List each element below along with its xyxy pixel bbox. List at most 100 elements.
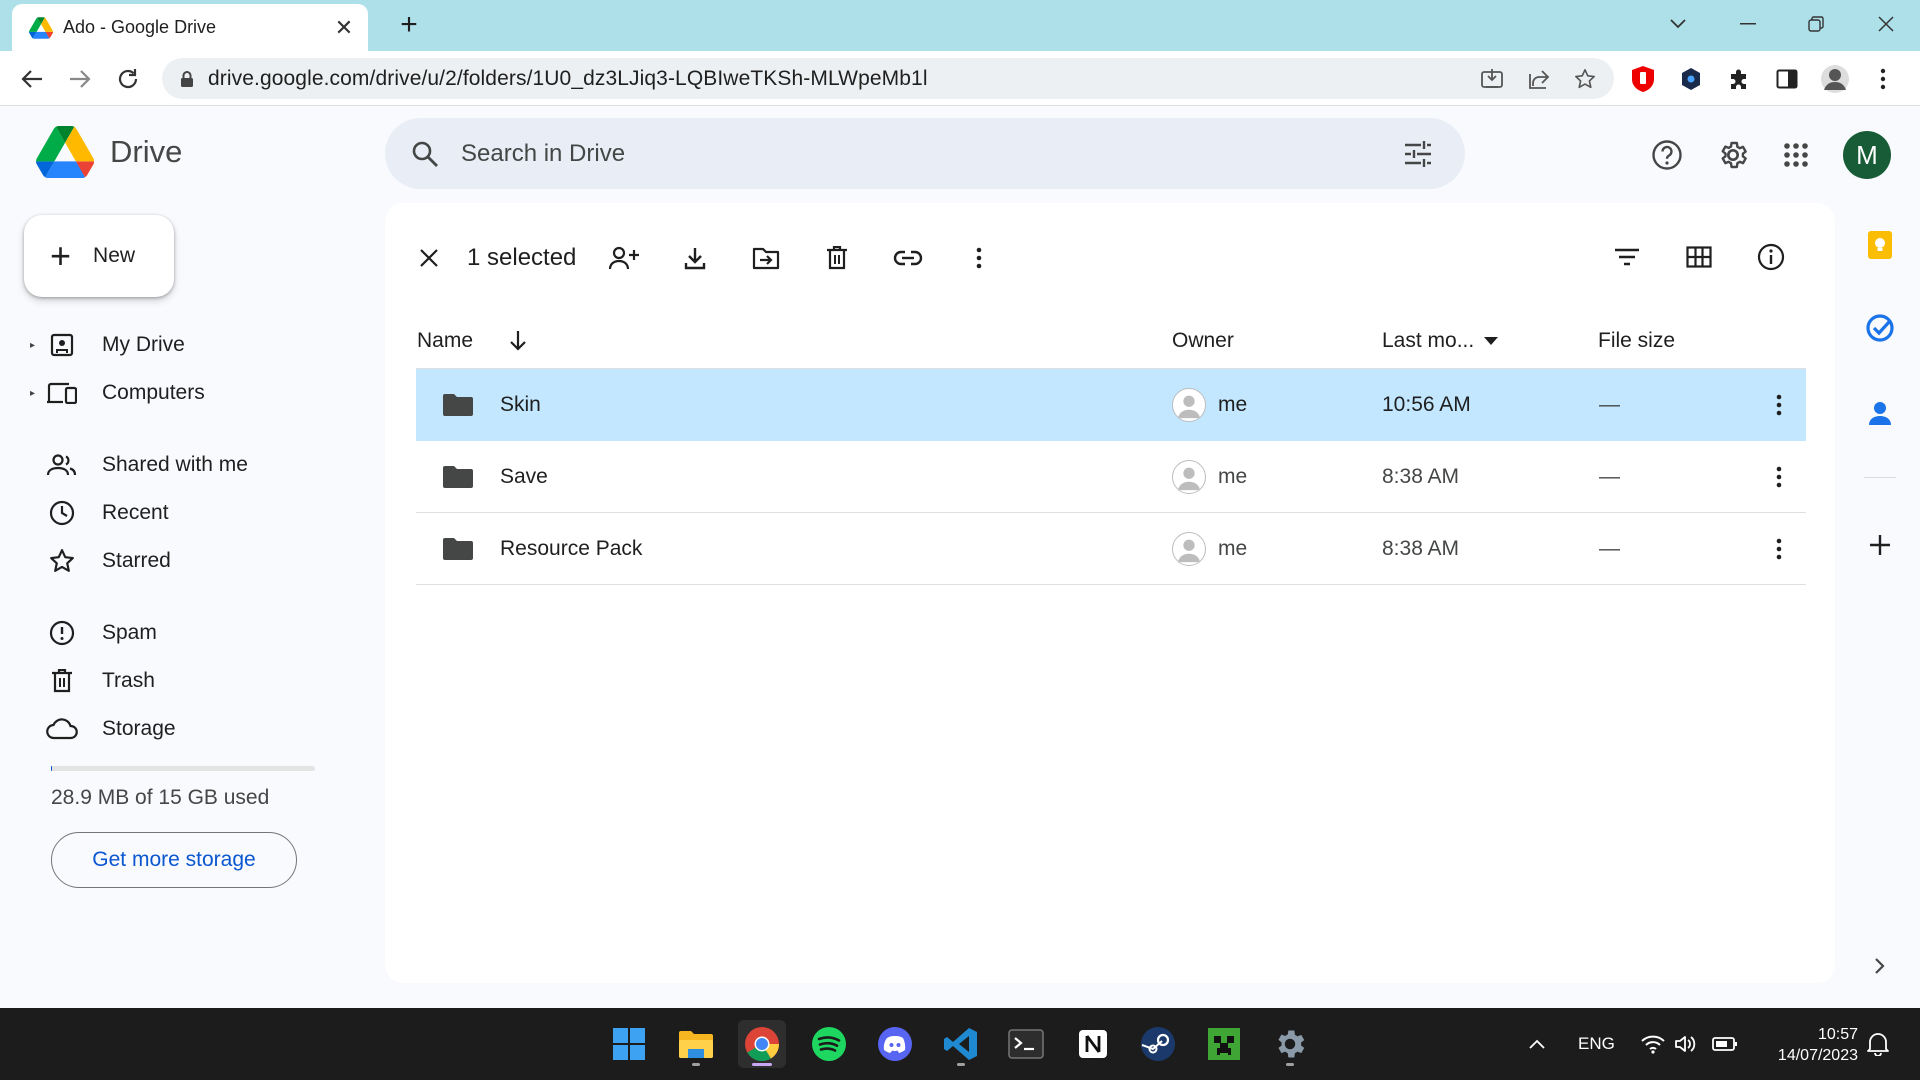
add-addon-plus-icon[interactable] <box>1860 525 1900 565</box>
vscode-icon[interactable] <box>937 1020 985 1068</box>
sidebar-item-label: Shared with me <box>102 453 248 476</box>
expand-caret-icon[interactable]: ▸ <box>30 388 42 399</box>
owner-avatar-icon <box>1172 388 1206 422</box>
clear-selection-close-icon[interactable] <box>405 234 453 282</box>
keep-icon[interactable] <box>1860 225 1900 265</box>
account-avatar[interactable]: M <box>1843 131 1891 179</box>
share-icon[interactable] <box>1528 68 1550 90</box>
side-panel-icon[interactable] <box>1770 62 1804 96</box>
sidebar-item-label: Recent <box>102 501 169 524</box>
owner-avatar-icon <box>1172 532 1206 566</box>
new-tab-button[interactable]: + <box>392 9 426 43</box>
back-arrow-icon[interactable] <box>12 59 52 99</box>
google-drive-logo-icon <box>36 126 94 178</box>
restore-icon[interactable] <box>1786 4 1846 44</box>
row-more-actions-icon[interactable] <box>1776 369 1782 441</box>
sidebar-item-label: Spam <box>102 621 157 644</box>
grid-layout-icon[interactable] <box>1675 233 1723 281</box>
table-row[interactable]: Skin me 10:56 AM — <box>416 369 1806 441</box>
extensions-puzzle-icon[interactable] <box>1722 62 1756 96</box>
minecraft-launcher-icon[interactable] <box>1200 1020 1248 1068</box>
spotify-icon[interactable] <box>805 1020 853 1068</box>
steam-icon[interactable] <box>1134 1020 1182 1068</box>
column-header-owner[interactable]: Owner <box>1172 329 1234 353</box>
sidebar-item-starred[interactable]: Starred <box>42 541 171 581</box>
sidebar-item-trash[interactable]: Trash <box>42 661 155 701</box>
tab-close-icon[interactable]: ✕ <box>332 15 356 41</box>
minimize-icon[interactable] <box>1718 4 1778 44</box>
windows-start-icon[interactable] <box>605 1020 653 1068</box>
file-explorer-icon[interactable] <box>672 1020 720 1068</box>
dropdown-arrow-icon[interactable] <box>1484 336 1499 345</box>
column-header-name[interactable]: Name <box>417 329 527 353</box>
show-hidden-icons-chevron-icon[interactable] <box>1528 1008 1546 1080</box>
profile-avatar-icon[interactable] <box>1818 62 1852 96</box>
reload-icon[interactable] <box>108 59 148 99</box>
sidebar-item-recent[interactable]: Recent <box>42 493 169 533</box>
browser-menu-icon[interactable] <box>1866 62 1900 96</box>
settings-gear-icon[interactable] <box>1711 133 1755 177</box>
search-input[interactable]: Search in Drive <box>461 140 1403 168</box>
system-clock[interactable]: 10:57 14/07/2023 <box>1748 1024 1858 1066</box>
battery-icon[interactable] <box>1712 1008 1738 1080</box>
file-name: Save <box>500 465 548 488</box>
sidebar-item-computers[interactable]: ▸ Computers <box>30 373 205 413</box>
get-more-storage-button[interactable]: Get more storage <box>51 832 297 888</box>
adblock-extension-icon[interactable] <box>1626 62 1660 96</box>
notion-icon[interactable] <box>1069 1020 1117 1068</box>
delete-trash-icon[interactable] <box>813 234 861 282</box>
sidebar-item-storage[interactable]: Storage <box>42 709 176 749</box>
running-indicator <box>692 1063 700 1066</box>
row-more-actions-icon[interactable] <box>1776 513 1782 585</box>
discord-icon[interactable] <box>871 1020 919 1068</box>
notifications-icon[interactable] <box>1866 1008 1890 1080</box>
help-icon[interactable] <box>1645 133 1689 177</box>
search-bar[interactable]: Search in Drive <box>385 118 1465 189</box>
sidebar-item-spam[interactable]: Spam <box>42 613 157 653</box>
share-add-person-icon[interactable] <box>600 234 648 282</box>
download-icon[interactable] <box>671 234 719 282</box>
search-icon[interactable] <box>411 140 439 168</box>
volume-icon[interactable] <box>1674 1008 1696 1080</box>
sidebar-item-label: Trash <box>102 669 155 692</box>
sidebar-item-my-drive[interactable]: ▸ My Drive <box>30 325 185 365</box>
settings-app-icon[interactable] <box>1266 1020 1314 1068</box>
chrome-icon[interactable] <box>738 1020 786 1068</box>
more-actions-icon[interactable] <box>955 234 1003 282</box>
wifi-icon[interactable] <box>1640 1008 1666 1080</box>
lock-icon[interactable] <box>180 70 194 88</box>
expand-caret-icon[interactable]: ▸ <box>30 340 42 351</box>
shield-extension-icon[interactable] <box>1674 62 1708 96</box>
sort-arrow-down-icon[interactable] <box>509 330 527 352</box>
input-language[interactable]: ENG <box>1578 1008 1615 1080</box>
row-more-actions-icon[interactable] <box>1776 441 1782 513</box>
table-row[interactable]: Resource Pack me 8:38 AM — <box>416 513 1806 585</box>
column-header-last-modified[interactable]: Last mo... <box>1382 329 1499 353</box>
move-to-folder-icon[interactable] <box>742 234 790 282</box>
tab-search-chevron-icon[interactable] <box>1648 4 1708 44</box>
address-bar[interactable]: drive.google.com/drive/u/2/folders/1U0_d… <box>162 58 1614 99</box>
expand-side-panel-chevron-icon[interactable] <box>1860 946 1900 986</box>
sidebar-item-shared-with-me[interactable]: Shared with me <box>42 445 248 485</box>
browser-tab[interactable]: Ado - Google Drive ✕ <box>12 4 368 51</box>
forward-arrow-icon[interactable] <box>60 59 100 99</box>
folder-icon <box>443 394 473 416</box>
copy-link-icon[interactable] <box>884 234 932 282</box>
column-header-file-size[interactable]: File size <box>1598 329 1675 353</box>
tasks-icon[interactable] <box>1860 308 1900 348</box>
file-size-cell: — <box>1599 465 1620 488</box>
install-app-icon[interactable] <box>1480 68 1504 90</box>
google-apps-grid-icon[interactable] <box>1774 133 1818 177</box>
drive-logo[interactable]: Drive <box>36 126 182 178</box>
owner-cell: me <box>1172 441 1247 513</box>
search-options-icon[interactable] <box>1403 140 1433 167</box>
close-window-icon[interactable] <box>1856 4 1916 44</box>
details-info-icon[interactable] <box>1747 233 1795 281</box>
terminal-icon[interactable] <box>1002 1020 1050 1068</box>
new-button[interactable]: + New <box>24 215 174 297</box>
contacts-icon[interactable] <box>1860 393 1900 433</box>
filter-icon[interactable] <box>1603 233 1651 281</box>
table-row[interactable]: Save me 8:38 AM — <box>416 441 1806 513</box>
bookmark-star-icon[interactable] <box>1574 68 1596 90</box>
windows-taskbar: ENG 10:57 14/07/2023 <box>0 1008 1920 1080</box>
